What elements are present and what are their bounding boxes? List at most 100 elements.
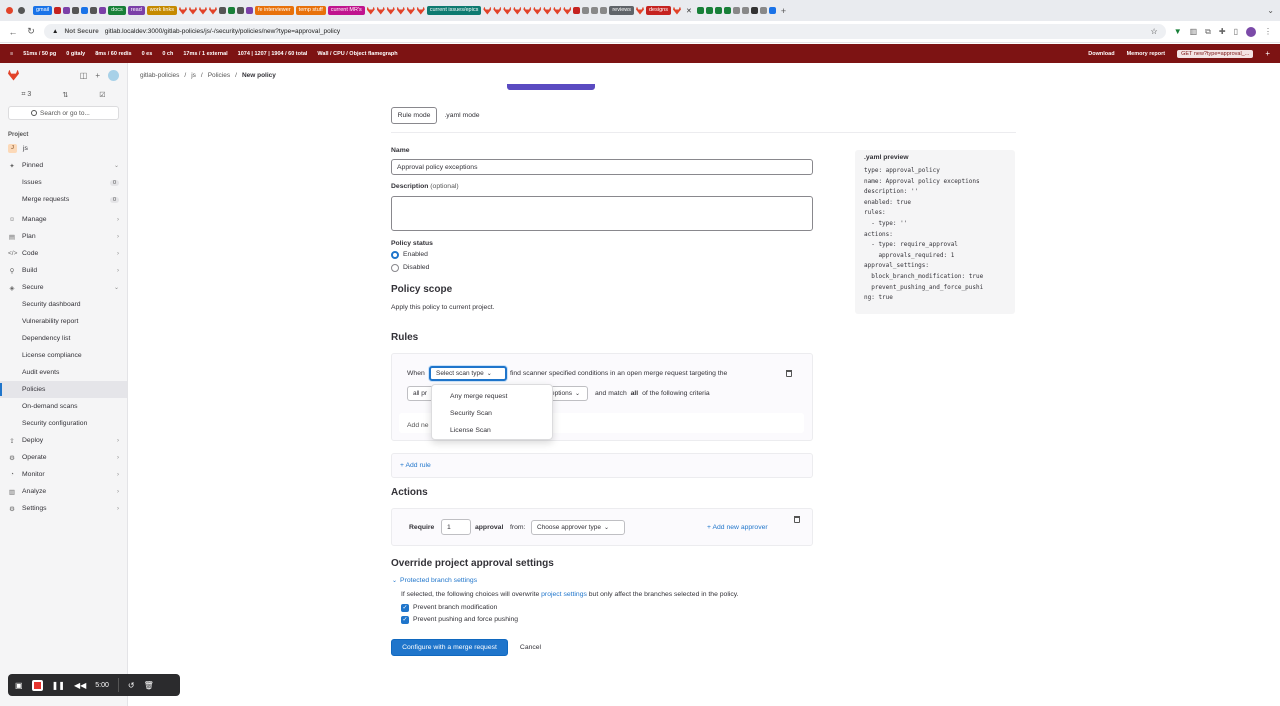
- gitlab-tab-icon[interactable]: [672, 6, 681, 15]
- close-tab-icon[interactable]: ✕: [686, 7, 692, 15]
- yaml-mode-button[interactable]: .yaml mode: [439, 107, 485, 124]
- sidebar-item-manage[interactable]: ☺ Manage ›: [0, 211, 127, 228]
- sidebar-item-settings[interactable]: ⚙ Settings ›: [0, 500, 127, 517]
- sidebar-item-vulnerability-report[interactable]: Vulnerability report: [0, 313, 127, 330]
- tab-favicon[interactable]: [90, 7, 98, 14]
- sidebar-item-deploy[interactable]: ⇪ Deploy ›: [0, 432, 127, 449]
- perf-item-gitaly[interactable]: 0 gitaly: [66, 51, 85, 57]
- project-settings-link[interactable]: project settings: [541, 591, 587, 598]
- breadcrumb-item[interactable]: gitlab-policies: [140, 72, 179, 79]
- tab-favicon[interactable]: [723, 7, 731, 14]
- tab-group-work-links[interactable]: work links: [146, 6, 177, 15]
- gitlab-tab-icon[interactable]: [636, 6, 644, 15]
- tab-search-icon[interactable]: ⌄: [1267, 6, 1274, 15]
- delete-rule-icon[interactable]: [786, 370, 792, 377]
- sidebar-item-audit-events[interactable]: Audit events: [0, 364, 127, 381]
- add-rule-button[interactable]: + Add rule: [400, 462, 431, 469]
- tab-favicon[interactable]: [591, 7, 599, 14]
- tab-group-docs[interactable]: docs: [108, 6, 126, 15]
- sidebar-item-dependency-list[interactable]: Dependency list: [0, 330, 127, 347]
- back-icon[interactable]: ←: [8, 27, 18, 37]
- tab-favicon[interactable]: [245, 7, 253, 14]
- todos-counter[interactable]: ☑: [99, 91, 105, 99]
- stop-recording-button[interactable]: [31, 679, 43, 691]
- user-avatar[interactable]: [108, 69, 119, 81]
- tab-favicon[interactable]: [236, 7, 244, 14]
- sidebar-item-plan[interactable]: ▤ Plan ›: [0, 228, 127, 245]
- gitlab-tab-icon[interactable]: [406, 6, 415, 15]
- extensions-puzzle-icon[interactable]: ✚: [1219, 27, 1226, 36]
- tab-favicon[interactable]: [732, 7, 740, 14]
- perf-menu-icon[interactable]: ≡: [10, 51, 13, 57]
- perf-memory-report-link[interactable]: Memory report: [1127, 51, 1166, 57]
- perf-add-icon[interactable]: +: [1265, 49, 1270, 58]
- tab-group-gmail[interactable]: gmail: [33, 6, 53, 15]
- camera-icon[interactable]: ▣: [15, 681, 23, 690]
- gitlab-tab-icon[interactable]: [523, 6, 532, 15]
- gitlab-tab-icon[interactable]: [208, 6, 217, 15]
- profile-avatar[interactable]: [1246, 26, 1256, 37]
- tab-group-reviews[interactable]: reviews: [609, 6, 634, 15]
- tab-favicon[interactable]: [741, 7, 749, 14]
- not-secure-label[interactable]: Not Secure: [64, 28, 98, 35]
- extension-icon[interactable]: ▥: [1190, 27, 1198, 36]
- enabled-radio[interactable]: [391, 251, 399, 259]
- extension-icon[interactable]: ⧉: [1205, 27, 1211, 37]
- sidebar-project[interactable]: J js: [0, 140, 127, 157]
- sidebar-item-build[interactable]: ⚲ Build ›: [0, 262, 127, 279]
- perf-download-link[interactable]: Download: [1088, 51, 1114, 57]
- tab-favicon[interactable]: [714, 7, 722, 14]
- rule-mode-button[interactable]: Rule mode: [391, 107, 437, 124]
- gitlab-tab-icon[interactable]: [493, 6, 502, 15]
- gitlab-tab-icon[interactable]: [533, 6, 542, 15]
- restart-icon[interactable]: ↺: [128, 681, 135, 690]
- tab-favicon[interactable]: [759, 7, 767, 14]
- tab-favicon[interactable]: [573, 7, 581, 14]
- add-new-approver-button[interactable]: + Add new approver: [707, 524, 768, 531]
- tab-favicon[interactable]: [18, 7, 25, 14]
- sidebar-item-operate[interactable]: ⚙ Operate ›: [0, 449, 127, 466]
- cancel-button[interactable]: Cancel: [513, 639, 548, 656]
- gitlab-tab-icon[interactable]: [563, 6, 572, 15]
- gitlab-tab-icon[interactable]: [543, 6, 552, 15]
- perf-item-flamegraph[interactable]: Wall / CPU / Object flamegraph: [317, 51, 397, 57]
- sidebar-item-analyze[interactable]: ▥ Analyze ›: [0, 483, 127, 500]
- tab-group-designs[interactable]: designs: [646, 6, 671, 15]
- tab-favicon[interactable]: [6, 7, 13, 14]
- create-new-icon[interactable]: +: [95, 71, 100, 80]
- perf-item-redis[interactable]: 8ms / 60 redis: [95, 51, 131, 57]
- tab-favicon[interactable]: [218, 7, 226, 14]
- gitlab-tab-icon[interactable]: [188, 6, 197, 15]
- tab-favicon[interactable]: [99, 7, 107, 14]
- scan-type-select[interactable]: Select scan type ⌄: [429, 366, 507, 381]
- extension-icon[interactable]: ▼: [1174, 27, 1182, 36]
- tab-group-current-issues[interactable]: current issues/epics: [426, 6, 482, 15]
- tab-favicon[interactable]: [750, 7, 758, 14]
- url-field[interactable]: ▲ Not Secure gitlab.localdev:3000/gitlab…: [44, 24, 1166, 39]
- gitlab-logo-icon[interactable]: [8, 69, 19, 81]
- configure-with-merge-request-button[interactable]: Configure with a merge request: [391, 639, 508, 656]
- collapse-sidebar-icon[interactable]: ◫: [80, 71, 88, 80]
- merge-requests-counter[interactable]: ⇅: [62, 91, 68, 99]
- perf-item-total[interactable]: 1074 | 1207 | 1904 / 60 total: [238, 51, 308, 57]
- reload-icon[interactable]: ↻: [26, 26, 36, 37]
- sidebar-item-monitor[interactable]: ◔ Monitor ›: [0, 466, 127, 483]
- new-tab-icon[interactable]: +: [781, 6, 786, 16]
- gitlab-tab-icon[interactable]: [376, 6, 385, 15]
- gitlab-tab-icon[interactable]: [178, 6, 187, 15]
- perf-item-ch[interactable]: 0 ch: [162, 51, 173, 57]
- gitlab-tab-icon[interactable]: [503, 6, 512, 15]
- gitlab-tab-icon[interactable]: [513, 6, 522, 15]
- breadcrumb-item[interactable]: Policies: [208, 72, 230, 79]
- delete-action-icon[interactable]: [794, 516, 800, 523]
- perf-request-select[interactable]: GET new?type=approval_...: [1177, 49, 1254, 58]
- url-text[interactable]: gitlab.localdev:3000/gitlab-policies/js/…: [105, 28, 340, 35]
- sidebar-item-security-configuration[interactable]: Security configuration: [0, 415, 127, 432]
- tab-favicon[interactable]: [72, 7, 80, 14]
- tab-favicon[interactable]: [600, 7, 608, 14]
- description-textarea[interactable]: [391, 196, 813, 231]
- add-criteria-button[interactable]: Add ne: [407, 422, 429, 429]
- name-input[interactable]: Approval policy exceptions: [391, 159, 813, 175]
- step-button-partial[interactable]: [507, 84, 595, 90]
- prevent-pushing-checkbox[interactable]: ✓: [401, 616, 409, 624]
